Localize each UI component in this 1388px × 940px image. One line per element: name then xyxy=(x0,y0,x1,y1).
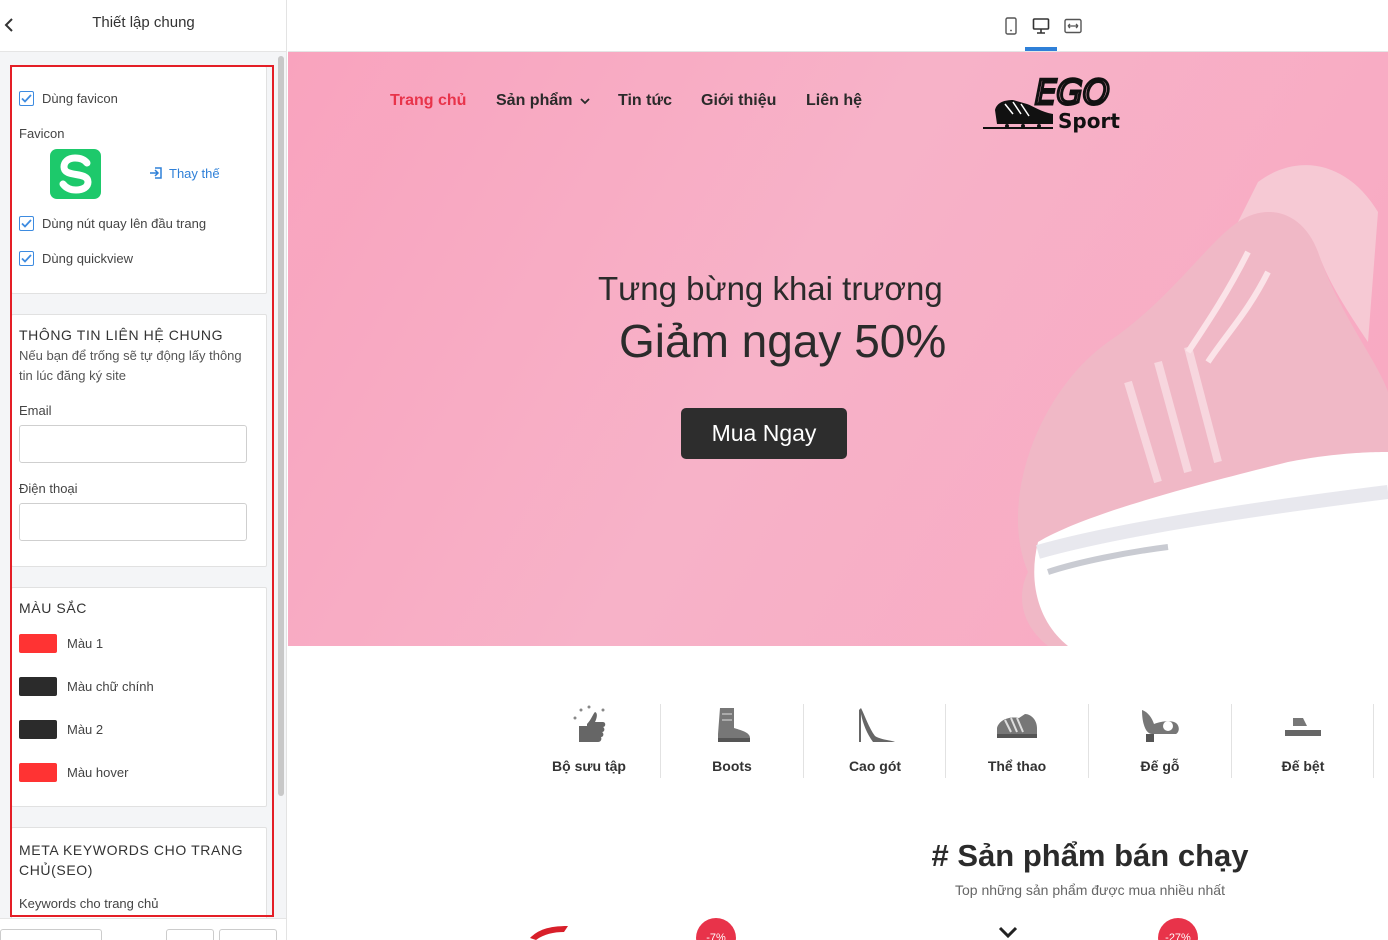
category-wooden-sole[interactable]: Đế gỗ xyxy=(1089,700,1231,778)
checkbox-checked-icon[interactable] xyxy=(19,91,34,106)
category-label: Thể thao xyxy=(987,758,1047,774)
color-swatch[interactable] xyxy=(19,634,57,653)
color-row[interactable]: Màu chữ chính xyxy=(19,677,154,696)
footer-button[interactable] xyxy=(0,929,102,940)
phone-field[interactable] xyxy=(19,503,247,541)
replace-label: Thay thế xyxy=(169,165,220,181)
favicon-preview xyxy=(50,149,101,199)
boot-icon xyxy=(718,708,750,742)
color-swatch[interactable] xyxy=(19,677,57,696)
nav-products-label: Sản phẩm xyxy=(496,92,573,109)
ego-sport-logo[interactable]: EGO Sport xyxy=(983,70,1133,135)
seo-section-title: META KEYWORDS CHO TRANG CHỦ(SEO) xyxy=(19,842,244,878)
svg-text:Sport: Sport xyxy=(1058,109,1120,133)
color-swatch[interactable] xyxy=(19,763,57,782)
colors-card: MÀU SẮC Màu 1 Màu chữ chính Màu 2 Màu ho… xyxy=(11,587,267,807)
footer-button[interactable] xyxy=(166,929,214,940)
color-label: Màu 2 xyxy=(67,722,104,737)
panel-footer xyxy=(0,918,286,940)
category-high-heels[interactable]: Cao gót xyxy=(804,700,946,778)
contact-section-title: THÔNG TIN LIÊN HỆ CHUNG xyxy=(19,327,224,343)
panel-title: Thiết lập chung xyxy=(92,14,195,31)
preview-toolbar xyxy=(288,0,1388,52)
collection-icon xyxy=(573,705,606,742)
product-thumbnail[interactable] xyxy=(528,922,572,940)
color-swatch[interactable] xyxy=(19,720,57,739)
hero-banner: Trang chủ Sản phẩm Tin tức Giới thiệu Li… xyxy=(288,52,1388,646)
keywords-label: Keywords cho trang chủ xyxy=(19,896,159,911)
color-row[interactable]: Màu 2 xyxy=(19,720,103,739)
email-field[interactable] xyxy=(19,425,247,463)
use-favicon-checkbox[interactable]: Dùng favicon xyxy=(19,91,118,106)
flat-sandal-icon xyxy=(1285,718,1321,736)
high-heel-icon xyxy=(859,708,895,742)
hero-headline: Tưng bừng khai trương xyxy=(598,270,943,307)
contact-info-card: THÔNG TIN LIÊN HỆ CHUNG Nếu bạn để trống… xyxy=(11,314,267,567)
favicon-label: Favicon xyxy=(19,126,65,141)
seo-card: META KEYWORDS CHO TRANG CHỦ(SEO) Keyword… xyxy=(11,827,267,927)
sneaker-icon xyxy=(997,714,1037,738)
category-sport[interactable]: Thể thao xyxy=(946,700,1088,778)
category-boots[interactable]: Boots xyxy=(661,700,803,778)
quickview-label: Dùng quickview xyxy=(42,251,134,266)
svg-text:EGO: EGO xyxy=(1035,73,1110,113)
active-device-indicator xyxy=(1025,47,1057,51)
color-label: Màu chữ chính xyxy=(67,679,154,694)
best-sellers-subtitle: Top những sản phẩm được mua nhiều nhất xyxy=(955,882,1225,898)
back-to-top-checkbox[interactable]: Dùng nút quay lên đầu trang xyxy=(19,216,206,231)
color-label: Màu 1 xyxy=(67,636,104,651)
checkbox-checked-icon[interactable] xyxy=(19,251,34,266)
color-row[interactable]: Màu hover xyxy=(19,763,128,782)
category-divider xyxy=(1373,704,1374,778)
checkbox-checked-icon[interactable] xyxy=(19,216,34,231)
product-thumbnail[interactable] xyxy=(996,926,1020,940)
category-label: Đế bệt xyxy=(1281,758,1325,774)
use-favicon-label: Dùng favicon xyxy=(42,91,118,106)
fullwidth-icon[interactable] xyxy=(1062,15,1084,37)
hero-discount: Giảm ngay 50% xyxy=(619,315,947,367)
category-label: Bộ sưu tập xyxy=(552,758,626,774)
panel-header: Thiết lập chung xyxy=(0,0,286,52)
nav-item-contact[interactable]: Liên hệ xyxy=(806,92,862,110)
category-strip: Bộ sưu tập Boots Cao gót Thể thao Đế gỗ … xyxy=(518,700,1374,780)
panel-scrollbar[interactable] xyxy=(278,56,284,796)
email-label: Email xyxy=(19,403,52,418)
nav-item-products[interactable]: Sản phẩm xyxy=(496,92,590,110)
replace-icon xyxy=(150,167,162,179)
settings-panel: Thiết lập chung Dùng favicon Favicon Tha… xyxy=(0,0,287,940)
category-label: Cao gót xyxy=(848,758,902,774)
favicon-s-icon xyxy=(59,154,92,194)
nav-item-news[interactable]: Tin tức xyxy=(618,92,672,110)
color-row[interactable]: Màu 1 xyxy=(19,634,103,653)
pink-sneaker-image xyxy=(1017,165,1388,646)
quickview-checkbox[interactable]: Dùng quickview xyxy=(19,251,133,266)
category-collection[interactable]: Bộ sưu tập xyxy=(518,700,660,778)
back-to-top-label: Dùng nút quay lên đầu trang xyxy=(42,216,207,231)
discount-badge: -27% xyxy=(1158,918,1198,940)
nav-item-home[interactable]: Trang chủ xyxy=(390,92,466,110)
general-settings-card: Dùng favicon Favicon Thay thế Dùng nút q… xyxy=(11,66,267,294)
nav-item-about[interactable]: Giới thiệu xyxy=(701,92,776,110)
contact-section-description: Nếu bạn để trống sẽ tự động lấy thông ti… xyxy=(19,348,242,383)
colors-section-title: MÀU SẮC xyxy=(19,600,87,616)
wooden-sole-icon xyxy=(1142,710,1179,742)
category-flats[interactable]: Đế bệt xyxy=(1232,700,1374,778)
best-sellers-title: # Sản phẩm bán chạy xyxy=(931,838,1249,873)
discount-badge: -7% xyxy=(696,918,736,940)
buy-now-button[interactable]: Mua Ngay xyxy=(681,408,847,459)
desktop-icon[interactable] xyxy=(1030,15,1052,37)
color-label: Màu hover xyxy=(67,765,129,780)
chevron-down-icon xyxy=(580,98,590,105)
footer-button[interactable] xyxy=(219,929,277,940)
replace-favicon-link[interactable]: Thay thế xyxy=(148,165,220,181)
category-label: Boots xyxy=(712,758,752,774)
mobile-icon[interactable] xyxy=(1000,15,1022,37)
category-label: Đế gỗ xyxy=(1140,758,1180,774)
logo-image: EGO Sport xyxy=(983,72,1120,133)
phone-label: Điện thoại xyxy=(19,481,78,496)
